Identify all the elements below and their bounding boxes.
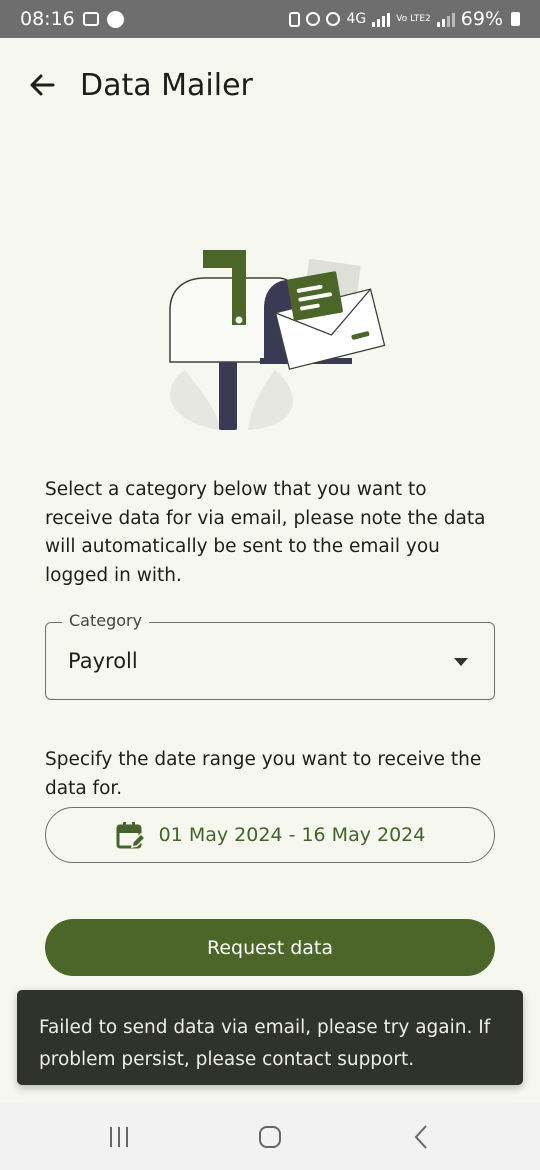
status-bar: 08:16 4G Vo LTE2 69% bbox=[0, 0, 540, 38]
battery-level: 69% bbox=[460, 8, 503, 30]
news-icon bbox=[82, 12, 99, 26]
system-nav-bar bbox=[0, 1102, 540, 1170]
alarm-icon bbox=[306, 12, 321, 26]
mailbox-illustration bbox=[169, 250, 385, 430]
category-dropdown[interactable]: Category Payroll bbox=[45, 611, 495, 700]
network-type: 4G bbox=[346, 11, 367, 27]
snackbar-message: Failed to send data via email, please tr… bbox=[39, 1017, 491, 1070]
category-value: Payroll bbox=[68, 649, 138, 673]
signal-icon bbox=[372, 11, 391, 27]
hotspot-icon bbox=[326, 12, 341, 26]
back-icon bbox=[414, 1125, 427, 1149]
home-button[interactable] bbox=[250, 1120, 290, 1154]
category-label: Category bbox=[62, 611, 150, 630]
recents-icon bbox=[110, 1127, 128, 1147]
page-title: Data Mailer bbox=[80, 67, 253, 103]
volte-label: Vo LTE2 bbox=[396, 13, 431, 24]
date-range-instructions: Specify the date range you want to recei… bbox=[45, 749, 482, 799]
arrow-back-icon bbox=[30, 74, 55, 96]
battery-icon bbox=[511, 12, 520, 26]
date-range-button[interactable]: 01 May 2024 - 16 May 2024 bbox=[45, 807, 495, 863]
recents-button[interactable] bbox=[99, 1120, 139, 1154]
app-bar: Data Mailer bbox=[0, 38, 540, 132]
home-icon bbox=[259, 1126, 281, 1148]
back-button[interactable] bbox=[22, 65, 62, 105]
error-snackbar: Failed to send data via email, please tr… bbox=[17, 990, 523, 1085]
request-data-button[interactable]: Request data bbox=[45, 919, 495, 976]
date-range-value: 01 May 2024 - 16 May 2024 bbox=[158, 824, 426, 846]
nav-back-button[interactable] bbox=[402, 1120, 442, 1154]
signal-icon-2 bbox=[436, 11, 455, 27]
status-time: 08:16 bbox=[20, 8, 75, 30]
app-notification-icon bbox=[106, 10, 124, 28]
instructions-text: Select a category below that you want to… bbox=[45, 479, 486, 586]
battery-saver-icon bbox=[289, 11, 301, 27]
calendar-edit-icon bbox=[116, 822, 145, 849]
dropdown-arrow-icon bbox=[454, 658, 468, 666]
